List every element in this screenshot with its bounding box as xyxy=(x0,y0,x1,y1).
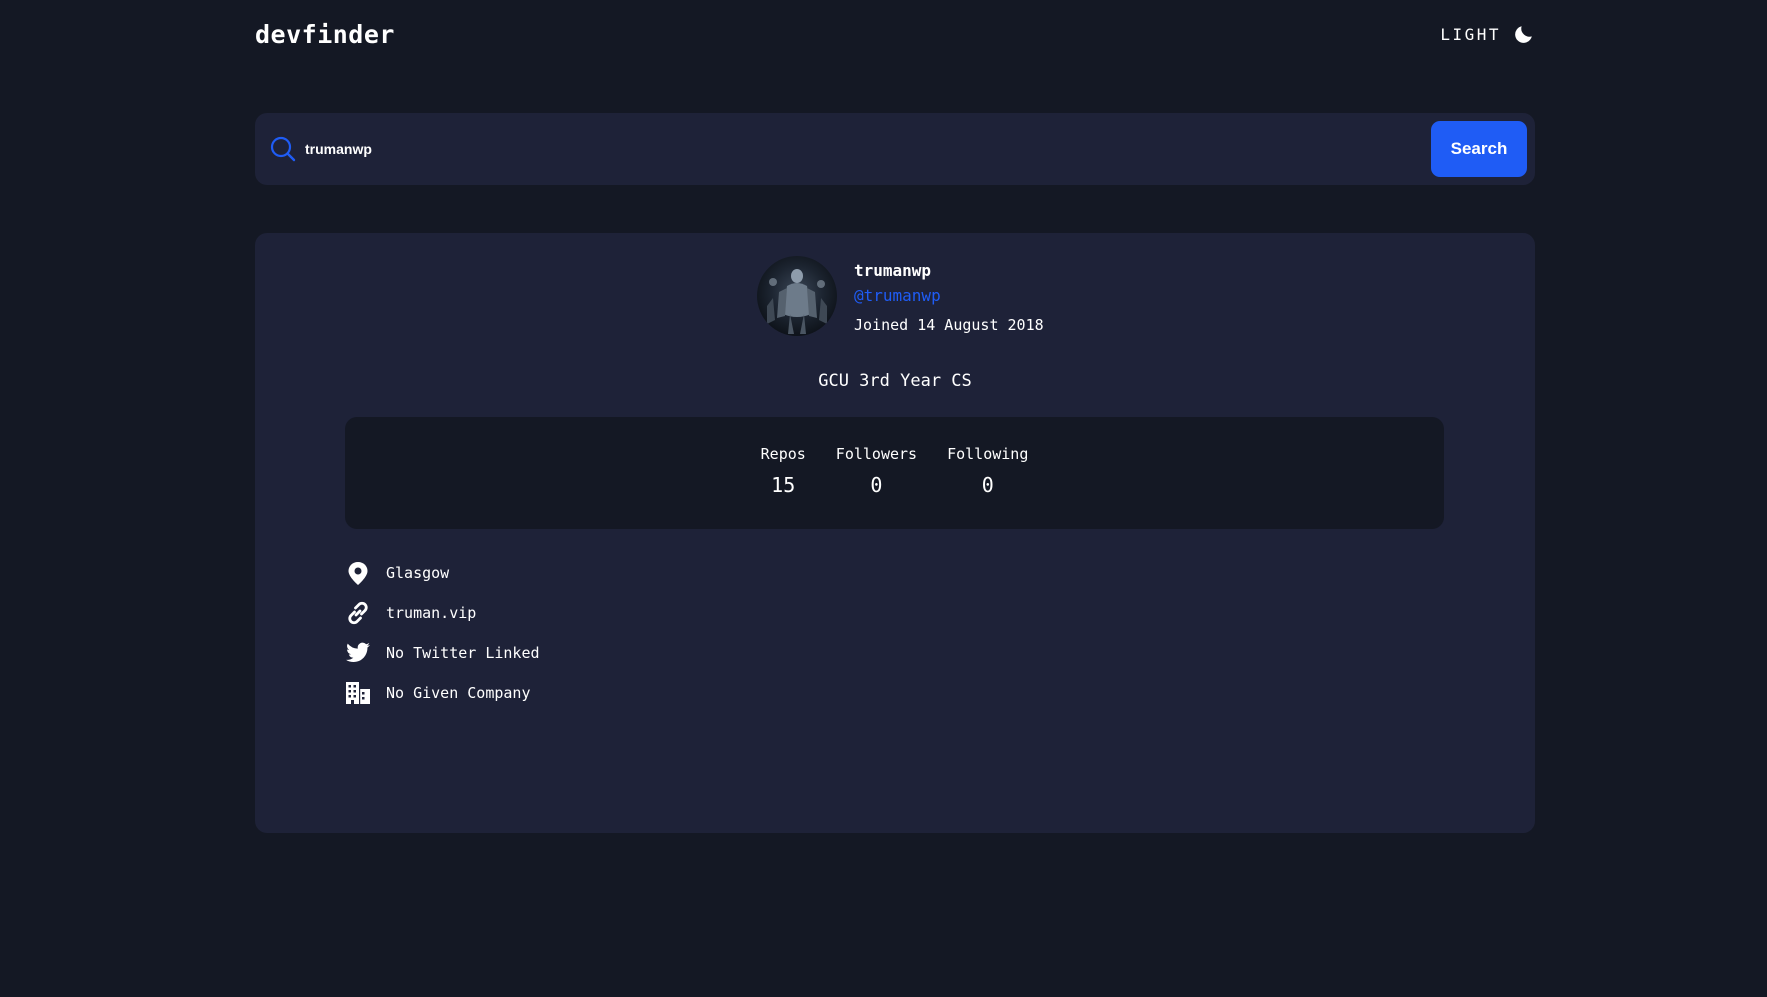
location-pin-icon xyxy=(348,562,368,585)
link-website: truman.vip xyxy=(345,593,540,633)
profile-meta: trumanwp @trumanwp Joined 14 August 2018 xyxy=(854,256,1044,334)
profile-username-link[interactable]: @trumanwp xyxy=(854,286,1044,308)
link-twitter-text: No Twitter Linked xyxy=(386,644,540,662)
devfinder-page: devfinder LIGHT Search xyxy=(0,0,1767,997)
search-icon xyxy=(270,136,296,162)
stat-repos-label: Repos xyxy=(760,445,806,463)
link-company: No Given Company xyxy=(345,673,540,713)
stat-followers-label: Followers xyxy=(835,445,918,463)
twitter-icon xyxy=(346,642,370,662)
profile-bio: GCU 3rd Year CS xyxy=(818,371,972,391)
link-location: Glasgow xyxy=(345,553,540,593)
stat-followers: Followers 0 xyxy=(836,445,917,529)
avatar-image xyxy=(757,256,837,336)
link-company-text: No Given Company xyxy=(386,684,531,702)
stat-followers-value: 0 xyxy=(870,473,883,497)
link-chain-icon xyxy=(348,601,368,625)
avatar xyxy=(757,256,837,336)
stat-following-label: Following xyxy=(947,445,1029,463)
stat-following: Following 0 xyxy=(947,445,1028,529)
moon-icon xyxy=(1515,26,1532,43)
app-logo: devfinder xyxy=(255,19,395,49)
search-input[interactable] xyxy=(303,129,1431,169)
profile-card: trumanwp @trumanwp Joined 14 August 2018… xyxy=(255,233,1535,833)
theme-toggle-label: LIGHT xyxy=(1440,24,1501,44)
stats-panel: Repos 15 Followers 0 Following 0 xyxy=(345,417,1444,529)
company-building-icon xyxy=(346,682,370,704)
stat-repos-value: 15 xyxy=(771,473,796,497)
profile-name: trumanwp xyxy=(854,261,932,280)
profile-links: Glasgow truman.vip No Twitter Linked No … xyxy=(345,553,540,713)
stat-following-value: 0 xyxy=(981,473,994,497)
search-button[interactable]: Search xyxy=(1431,121,1527,177)
link-website-text[interactable]: truman.vip xyxy=(386,604,476,622)
link-location-text: Glasgow xyxy=(386,564,450,582)
link-twitter: No Twitter Linked xyxy=(345,633,540,673)
app-header: devfinder LIGHT xyxy=(255,14,1535,54)
stat-repos: Repos 15 xyxy=(761,445,806,529)
search-bar: Search xyxy=(255,113,1535,185)
theme-toggle-button[interactable]: LIGHT xyxy=(1440,23,1535,45)
profile-header: trumanwp @trumanwp Joined 14 August 2018 xyxy=(757,256,1044,336)
profile-joined-date: Joined 14 August 2018 xyxy=(854,316,1044,334)
